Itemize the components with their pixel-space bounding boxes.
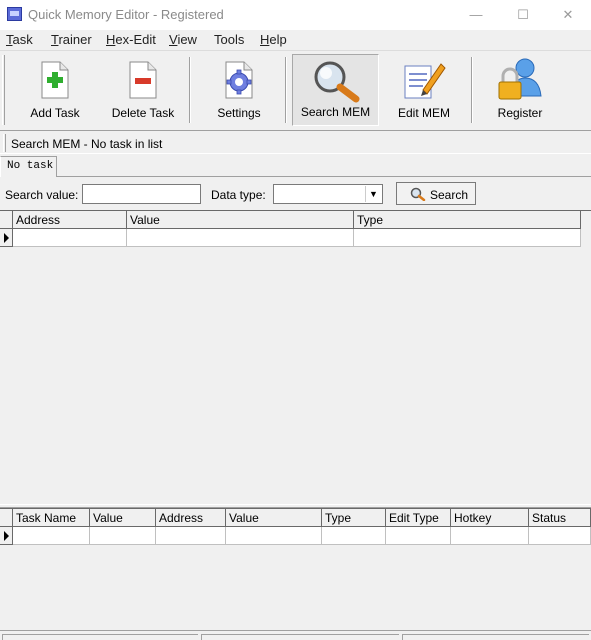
column-header-task-name[interactable]: Task Name [13,509,90,527]
row-indicator[interactable] [0,527,13,545]
maximize-button[interactable]: ☐ [500,0,546,30]
column-header-value[interactable]: Value [226,509,322,527]
app-icon [7,7,22,21]
info-bar: Search MEM - No task in list [0,130,591,154]
data-type-label: Data type: [211,188,266,202]
settings-label: Settings [217,106,261,120]
delete-task-button[interactable]: Delete Task [103,54,183,126]
row-indicator[interactable] [0,229,13,247]
table-cell[interactable] [127,229,354,247]
window-title: Quick Memory Editor - Registered [28,7,224,22]
table-cell[interactable] [13,229,127,247]
search-mem-button[interactable]: Search MEM [292,54,379,126]
column-header-edit-type[interactable]: Edit Type [386,509,451,527]
table-cell[interactable] [90,527,156,545]
menu-bar: Task Trainer Hex-Edit View Tools Help [0,30,591,50]
table-cell[interactable] [226,527,322,545]
search-value-label: Search value: [5,188,79,202]
table-cell[interactable] [13,527,90,545]
add-task-label: Add Task [30,106,80,120]
table-cell[interactable] [451,527,529,545]
settings-button[interactable]: Settings [199,54,279,126]
magnifier-icon [314,61,359,103]
add-task-button[interactable]: Add Task [15,54,95,126]
info-bar-grip [3,134,6,152]
data-type-select[interactable]: ▼ [273,184,383,204]
menu-task-label: Task [6,32,33,47]
settings-icon [225,61,253,99]
search-button[interactable]: Search [396,182,476,205]
status-pane [402,634,589,640]
search-row: Search value: Data type: ▼ Search [0,178,591,210]
register-button[interactable]: Register [479,54,561,126]
search-value-input[interactable] [82,184,201,204]
toolbar-separator [285,57,287,123]
table-cell[interactable] [529,527,591,545]
column-header-address[interactable]: Address [156,509,226,527]
status-pane [201,634,399,640]
chevron-down-icon[interactable]: ▼ [365,186,381,202]
menu-tools[interactable]: Tools [214,32,244,47]
grid-corner [0,211,13,229]
toolbar-separator [471,57,473,123]
menu-view-label: View [169,32,197,47]
toolbar-grip[interactable] [2,55,5,125]
edit-mem-label: Edit MEM [397,106,450,120]
column-header-type[interactable]: Type [322,509,386,527]
menu-tools-label: Tools [214,32,245,47]
tab-strip: No task [0,155,591,177]
register-label: Register [497,106,543,120]
status-pane [2,634,198,640]
status-bar [0,630,591,640]
table-cell[interactable] [354,229,581,247]
tab-no-task[interactable]: No task [0,156,57,177]
edit-mem-button[interactable]: Edit MEM [384,54,464,126]
menu-hex-edit-label: Hex-Edit [106,32,156,47]
menu-view[interactable]: View [169,32,197,47]
minimize-button[interactable]: — [453,0,499,30]
menu-task[interactable]: Task [6,32,33,47]
menu-hex-edit[interactable]: Hex-Edit [106,32,156,47]
column-header-value-name[interactable]: Value Name [90,509,156,543]
edit-pencil-icon [404,63,446,99]
add-task-icon [41,61,69,99]
column-header-hotkey[interactable]: Hotkey [451,509,529,527]
table-cell[interactable] [386,527,451,545]
delete-task-label: Delete Task [111,106,175,120]
column-header-value[interactable]: Value [127,211,354,229]
table-cell[interactable] [156,527,226,545]
task-grid[interactable]: Task Name Value Name Address Value Type … [0,508,591,628]
menu-help[interactable]: Help [260,32,287,47]
column-header-type[interactable]: Type [354,211,581,229]
toolbar-separator [189,57,191,123]
table-cell[interactable] [322,527,386,545]
delete-task-icon [129,61,157,99]
grid-corner [0,509,13,527]
title-bar: Quick Memory Editor - Registered — ☐ ✕ [0,0,591,30]
close-button[interactable]: ✕ [545,0,591,30]
search-mem-label: Search MEM [300,105,371,119]
info-text: Search MEM - No task in list [11,137,163,151]
row-pointer-icon [4,233,9,243]
column-header-address[interactable]: Address [13,211,127,229]
column-header-status[interactable]: Status [529,509,591,527]
results-grid[interactable]: Address Value Type [0,210,591,504]
row-pointer-icon [4,531,9,541]
menu-trainer[interactable]: Trainer [51,32,92,47]
search-icon [410,187,426,201]
menu-trainer-label: Trainer [51,32,92,47]
menu-help-label: Help [260,32,287,47]
toolbar: Add Task Delete Task Settings Search MEM… [0,50,591,128]
user-lock-icon [498,58,542,100]
search-button-label: Search [430,188,469,202]
